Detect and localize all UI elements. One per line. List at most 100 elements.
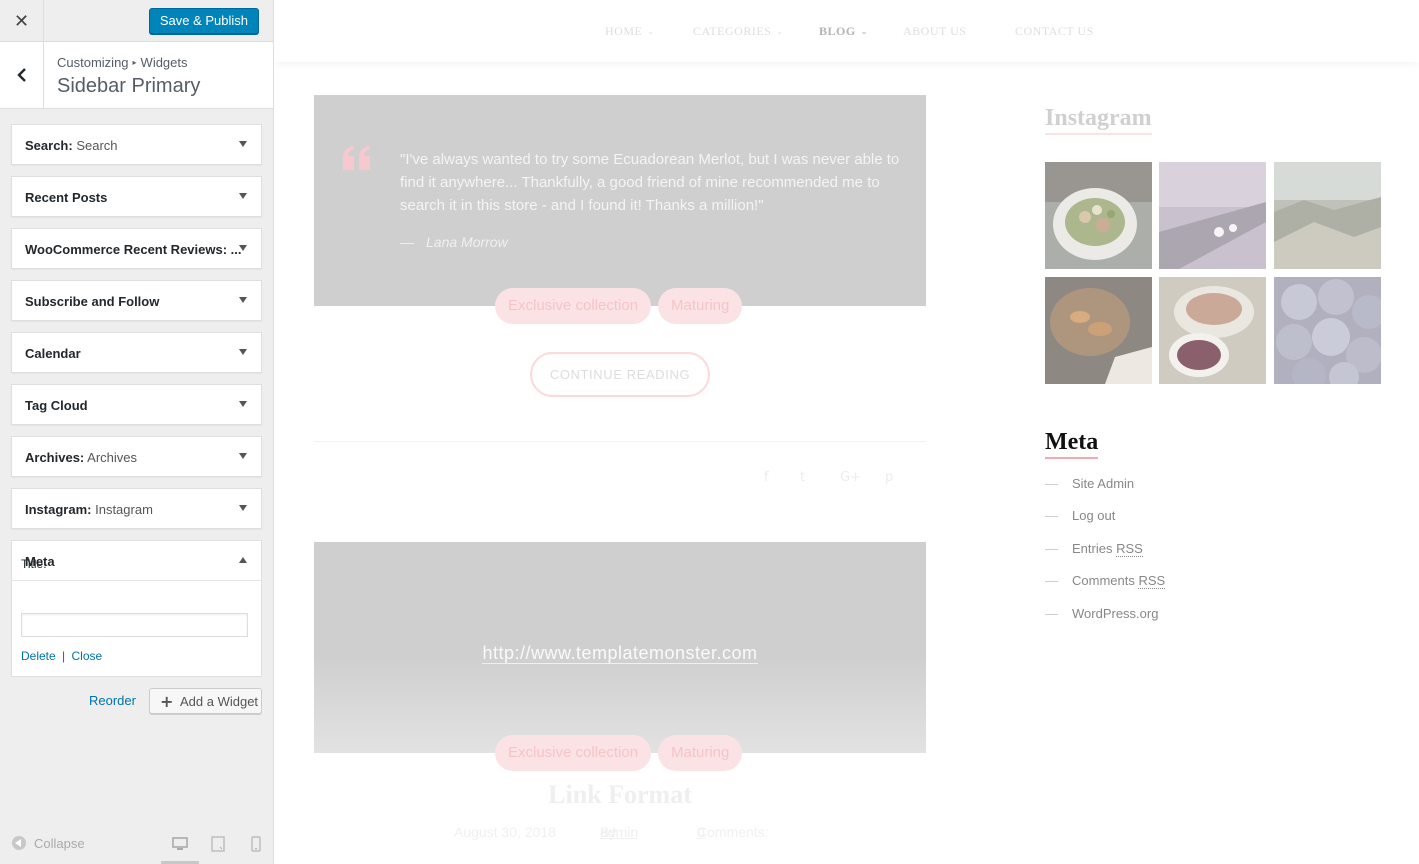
expand-arrow-icon[interactable] <box>239 349 247 355</box>
nav-label: HOME <box>605 24 643 38</box>
customizer-panel: ✕ Save & Publish Customizing ▸ Widgets Sid… <box>0 0 274 864</box>
google-plus-icon[interactable]: G+ <box>840 470 861 485</box>
expand-arrow-icon[interactable] <box>239 297 247 303</box>
twitter-icon[interactable]: t <box>800 470 805 485</box>
link-url[interactable]: http://www.templatemonster.com <box>482 643 758 664</box>
widget-type: Tag Cloud <box>25 398 88 413</box>
widget-instance-title: Search <box>72 138 118 153</box>
nav-item-about-us[interactable]: ABOUT US <box>903 24 966 39</box>
expand-arrow-icon[interactable] <box>239 401 247 407</box>
widget-subscribe-and-follow[interactable]: Subscribe and Follow <box>11 280 262 321</box>
widget-tag-cloud[interactable]: Tag Cloud <box>11 384 262 425</box>
instagram-photo-grapes[interactable] <box>1274 277 1381 384</box>
tablet-preview-icon[interactable] <box>210 836 226 852</box>
widget-archives[interactable]: Archives: Archives <box>11 436 262 477</box>
widget-type: Subscribe and Follow <box>25 294 160 309</box>
instagram-photo-sauce-bowl[interactable] <box>1159 277 1266 384</box>
widget-title: Subscribe and Follow <box>25 294 159 309</box>
pinterest-icon[interactable]: p <box>885 470 893 485</box>
back-button[interactable] <box>0 42 44 108</box>
nav-item-categories[interactable]: CATEGORIES ⌄ <box>693 24 784 39</box>
nav-label: CATEGORIES <box>693 24 772 38</box>
instagram-photo-roasted-vegetables[interactable] <box>1045 277 1152 384</box>
widget-title: WooCommerce Recent Reviews: ... <box>25 242 242 257</box>
instagram-photo-salad[interactable] <box>1045 162 1152 269</box>
widget-title: Calendar <box>25 346 81 361</box>
meta-link-wordpress-org[interactable]: — WordPress.org <box>1045 606 1158 621</box>
instagram-photo-rocky-coast[interactable] <box>1274 162 1381 269</box>
widget-instagram[interactable]: Instagram: Instagram <box>11 488 262 529</box>
chevron-down-icon: ⌄ <box>647 27 655 36</box>
plus-icon: + <box>160 692 174 711</box>
widget-title: Recent Posts <box>25 190 107 205</box>
close-icon[interactable]: ✕ <box>0 0 44 42</box>
author-name: Lana Morrow <box>426 234 508 250</box>
delete-link[interactable]: Delete <box>21 649 56 663</box>
widget-actions: Delete | Close <box>21 649 102 663</box>
desktop-preview-icon[interactable] <box>172 836 188 852</box>
meta-link-entries-rss[interactable]: — Entries RSS <box>1045 541 1143 557</box>
list-dash: — <box>1045 573 1058 588</box>
chevron-left-icon <box>16 68 26 82</box>
widget-woocommerce-recent-reviews[interactable]: WooCommerce Recent Reviews: ... <box>11 228 262 269</box>
widget-type: Recent Posts <box>25 190 108 205</box>
widget-calendar[interactable]: Calendar <box>11 332 262 373</box>
nav-label: BLOG <box>819 24 856 38</box>
widget-instance-title: Instagram <box>91 502 153 517</box>
list-dash: — <box>1045 508 1058 523</box>
widget-type: Calendar <box>25 346 81 361</box>
title-field-wrapper <box>21 613 248 637</box>
tag-maturing[interactable]: Maturing <box>658 288 743 324</box>
expand-arrow-icon[interactable] <box>239 193 247 199</box>
widget-type: Instagram <box>25 502 88 517</box>
section-title: Sidebar Primary <box>57 75 201 97</box>
quote-author: — Lana Morrow <box>400 234 508 250</box>
widget-type: Archives <box>25 450 80 465</box>
meta-link-site-admin[interactable]: — Site Admin <box>1045 476 1134 491</box>
customizer-footer: Collapse <box>0 824 273 864</box>
meta-link-comments-rss[interactable]: — Comments RSS <box>1045 573 1166 589</box>
main-navigation: HOME ⌄ CATEGORIES ⌄ BLOG ⌄ ABOUT US CONTACT… <box>274 0 1419 62</box>
title-field[interactable] <box>21 613 248 637</box>
tag-exclusive-collection[interactable]: Exclusive collection <box>495 288 652 324</box>
nav-item-home[interactable]: HOME ⌄ <box>605 24 655 39</box>
add-widget-button[interactable]: + Add a Widget <box>149 688 262 714</box>
nav-item-contact-us[interactable]: CONTACT US <box>1015 24 1094 39</box>
meta-link-log-out[interactable]: — Log out <box>1045 508 1115 523</box>
reorder-link[interactable]: Reorder <box>89 693 136 708</box>
continue-reading-button[interactable]: CONTINUE READING <box>530 352 710 397</box>
facebook-icon[interactable]: f <box>764 470 769 485</box>
post-author[interactable]: admin <box>600 824 638 840</box>
expand-arrow-icon[interactable] <box>239 505 247 511</box>
instagram-photo-airplane-wing[interactable] <box>1159 162 1266 269</box>
post-title[interactable]: Link Format <box>314 780 926 810</box>
collapse-arrow-icon[interactable] <box>239 557 247 563</box>
expand-arrow-icon[interactable] <box>239 453 247 459</box>
expand-arrow-icon[interactable] <box>239 245 247 251</box>
close-link[interactable]: Close <box>72 649 103 663</box>
tag-exclusive-collection[interactable]: Exclusive collection <box>495 735 652 771</box>
list-dash: — <box>1045 476 1058 491</box>
link-text: Site Admin <box>1072 476 1135 491</box>
mobile-preview-icon[interactable] <box>248 836 264 852</box>
site-preview: HOME ⌄ CATEGORIES ⌄ BLOG ⌄ ABOUT US CONTACT… <box>274 0 1419 864</box>
widget-recent-posts[interactable]: Recent Posts <box>11 176 262 217</box>
title-field-label: Title: <box>21 557 47 571</box>
add-widget-label: Add a Widget <box>180 694 259 709</box>
nav-label: CONTACT US <box>1015 24 1094 38</box>
collapse-button[interactable]: Collapse <box>12 836 85 851</box>
quote-icon <box>343 146 370 170</box>
expand-arrow-icon[interactable] <box>239 141 247 147</box>
tag-maturing[interactable]: Maturing <box>658 735 743 771</box>
save-publish-button[interactable]: Save & Publish <box>148 8 259 34</box>
widget-meta-header[interactable]: Meta <box>12 541 261 581</box>
author-dash: — <box>400 234 414 250</box>
comments-count[interactable]: 0 <box>697 824 705 840</box>
breadcrumb-current: Widgets <box>140 55 188 70</box>
actions-separator: | <box>62 649 66 663</box>
post-date[interactable]: August 30, 2018 <box>454 824 556 840</box>
nav-item-blog[interactable]: BLOG ⌄ <box>819 24 868 39</box>
breadcrumb: Customizing ▸ Widgets <box>57 55 188 70</box>
widget-search[interactable]: Search: Search <box>11 124 262 165</box>
breadcrumb-root: Customizing <box>57 55 129 70</box>
